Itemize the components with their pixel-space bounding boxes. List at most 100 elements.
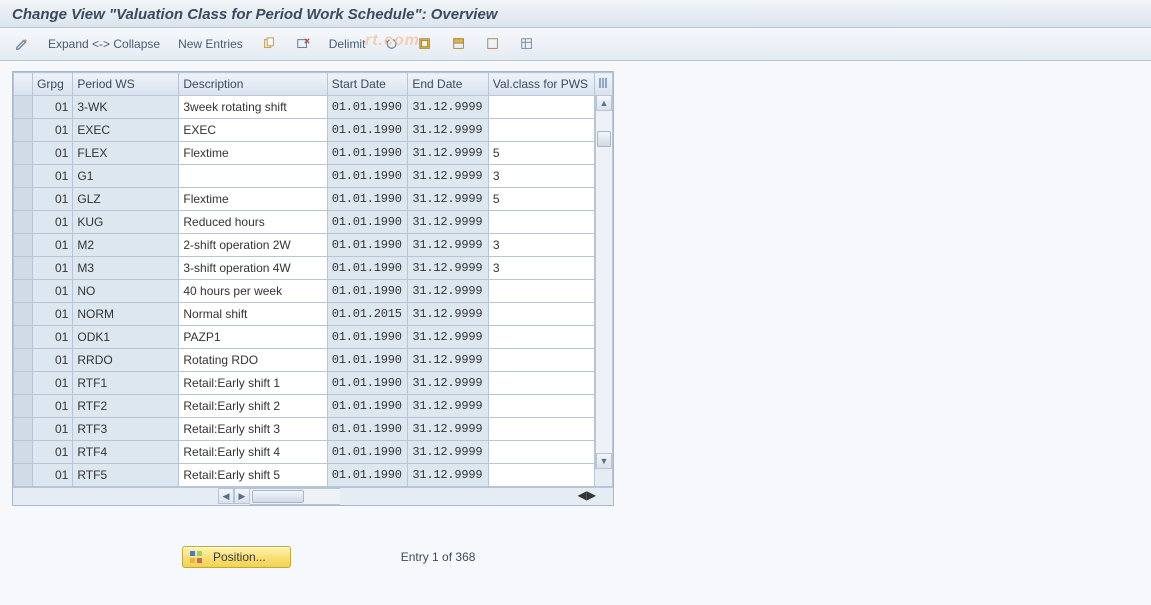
position-button[interactable]: Position... [182,546,291,568]
horizontal-scrollbar-right[interactable]: ◀ ▶ [578,488,596,505]
header-start-date[interactable]: Start Date [327,73,408,96]
cell-val-class[interactable] [488,119,594,142]
table-row: 01NO40 hours per week01.01.199031.12.999… [14,280,613,303]
cell-description[interactable]: Retail:Early shift 1 [179,372,327,395]
row-selector[interactable] [14,142,33,165]
scroll-up-icon[interactable]: ▲ [596,95,612,111]
delimit-button[interactable]: Delimit [323,34,372,54]
cell-val-class[interactable]: 3 [488,234,594,257]
cell-period-ws: GLZ [73,188,179,211]
cell-description[interactable]: 3week rotating shift [179,96,327,119]
hscroll2-left-icon[interactable]: ◀ [578,488,587,505]
cell-description[interactable]: 40 hours per week [179,280,327,303]
application-toolbar: Expand <-> Collapse New Entries Delimit … [0,28,1151,61]
cell-val-class[interactable] [488,464,594,487]
cell-description[interactable]: Retail:Early shift 3 [179,418,327,441]
row-selector[interactable] [14,349,33,372]
cell-val-class[interactable] [488,349,594,372]
cell-end-date: 31.12.9999 [408,326,489,349]
cell-val-class[interactable]: 3 [488,257,594,280]
header-period-ws[interactable]: Period WS [73,73,179,96]
cell-end-date: 31.12.9999 [408,188,489,211]
cell-description[interactable]: Rotating RDO [179,349,327,372]
row-selector[interactable] [14,188,33,211]
cell-val-class[interactable] [488,303,594,326]
cell-description[interactable]: 2-shift operation 2W [179,234,327,257]
cell-description[interactable]: Retail:Early shift 5 [179,464,327,487]
cell-val-class[interactable] [488,441,594,464]
row-selector[interactable] [14,303,33,326]
cell-description[interactable]: Normal shift [179,303,327,326]
header-end-date[interactable]: End Date [408,73,489,96]
cell-val-class[interactable] [488,96,594,119]
cell-grpg: 01 [33,326,73,349]
expand-collapse-button[interactable]: Expand <-> Collapse [42,34,166,54]
cell-description[interactable]: EXEC [179,119,327,142]
undo-icon[interactable] [377,34,405,54]
deselect-all-icon[interactable] [479,34,507,54]
row-selector[interactable] [14,257,33,280]
cell-val-class[interactable] [488,418,594,441]
cell-end-date: 31.12.9999 [408,395,489,418]
header-select[interactable] [14,73,33,96]
header-grpg[interactable]: Grpg [33,73,73,96]
cell-grpg: 01 [33,165,73,188]
cell-val-class[interactable]: 5 [488,142,594,165]
header-val-class[interactable]: Val.class for PWS [488,73,594,96]
cell-description[interactable]: PAZP1 [179,326,327,349]
cell-end-date: 31.12.9999 [408,280,489,303]
cell-description[interactable] [179,165,327,188]
row-selector[interactable] [14,234,33,257]
row-selector[interactable] [14,280,33,303]
row-selector[interactable] [14,395,33,418]
row-selector[interactable] [14,211,33,234]
cell-description[interactable]: Retail:Early shift 4 [179,441,327,464]
new-entries-button[interactable]: New Entries [172,34,249,54]
hscroll-left-icon[interactable]: ◀ [218,488,234,504]
table-row: 01RTF1Retail:Early shift 101.01.199031.1… [14,372,613,395]
row-selector[interactable] [14,96,33,119]
header-description[interactable]: Description [179,73,327,96]
copy-icon[interactable] [255,34,283,54]
cell-description[interactable]: 3-shift operation 4W [179,257,327,280]
horizontal-scrollbar-left[interactable]: ◀ ▶ [218,488,340,505]
cell-description[interactable]: Retail:Early shift 2 [179,395,327,418]
cell-val-class[interactable] [488,280,594,303]
cell-val-class[interactable]: 3 [488,165,594,188]
change-mode-icon[interactable] [8,34,36,54]
cell-val-class[interactable] [488,395,594,418]
hscroll-right-icon[interactable]: ▶ [234,488,250,504]
table-settings-icon[interactable] [513,34,541,54]
row-selector[interactable] [14,326,33,349]
header-configure-icon[interactable] [594,73,612,96]
row-selector[interactable] [14,119,33,142]
app-root: Change View "Valuation Class for Period … [0,0,1151,605]
row-selector[interactable] [14,418,33,441]
row-selector[interactable] [14,372,33,395]
scroll-thumb[interactable] [597,131,611,147]
cell-description[interactable]: Flextime [179,142,327,165]
cell-val-class[interactable] [488,372,594,395]
cell-val-class[interactable] [488,211,594,234]
select-all-icon[interactable] [411,34,439,54]
hscroll-track[interactable] [250,488,340,505]
cell-period-ws: 3-WK [73,96,179,119]
row-selector[interactable] [14,464,33,487]
select-block-icon[interactable] [445,34,473,54]
row-selector[interactable] [14,165,33,188]
cell-description[interactable]: Flextime [179,188,327,211]
cell-grpg: 01 [33,464,73,487]
hscroll2-right-icon[interactable]: ▶ [587,488,596,505]
hscroll-thumb[interactable] [252,490,304,503]
cell-description[interactable]: Reduced hours [179,211,327,234]
row-selector[interactable] [14,441,33,464]
scroll-track[interactable] [596,111,612,453]
horizontal-scroll-row: ◀ ▶ ◀ ▶ [13,487,613,505]
cell-val-class[interactable]: 5 [488,188,594,211]
vertical-scrollbar[interactable]: ▲ ▼ [595,95,612,469]
cell-end-date: 31.12.9999 [408,349,489,372]
cell-val-class[interactable] [488,326,594,349]
delete-icon[interactable] [289,34,317,54]
scroll-down-icon[interactable]: ▼ [596,453,612,469]
cell-grpg: 01 [33,234,73,257]
